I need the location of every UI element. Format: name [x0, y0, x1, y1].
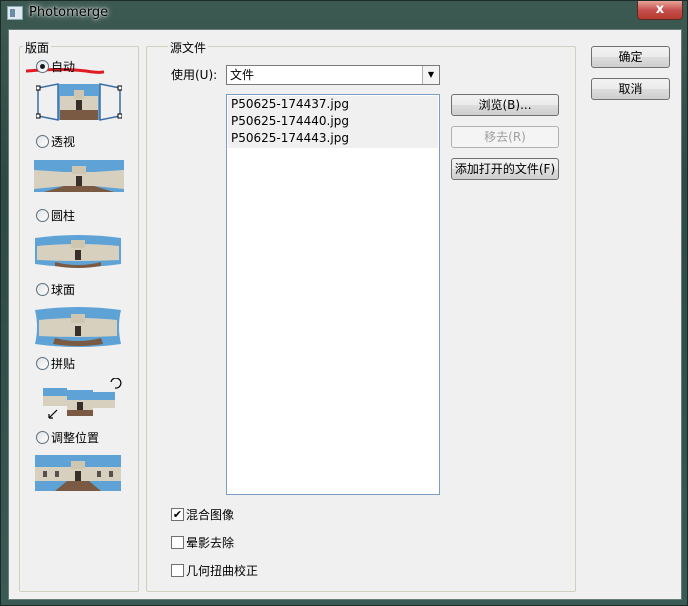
use-label: 使用(U): — [171, 68, 218, 82]
window-title: Photomerge — [29, 5, 109, 20]
close-button[interactable]: x — [637, 1, 683, 20]
checkbox-geometric-distortion-box[interactable] — [171, 563, 184, 577]
spherical-preview-icon — [35, 307, 121, 347]
thumb-perspective — [34, 156, 124, 196]
radio-cylindrical-button[interactable] — [36, 208, 49, 222]
checkbox-blend-images-label: 混合图像 — [186, 507, 235, 522]
perspective-preview-icon — [34, 160, 124, 192]
title-bar[interactable]: Photomerge x — [1, 1, 688, 29]
remove-button[interactable]: 移去(R) — [451, 126, 559, 148]
add-open-files-button[interactable]: 添加打开的文件(F) — [451, 158, 559, 180]
radio-perspective-button[interactable] — [36, 134, 49, 148]
collage-preview-icon — [43, 377, 122, 419]
file-list-item[interactable]: P50625-174437.jpg — [231, 97, 349, 111]
checkbox-blend-images[interactable]: ✔ 混合图像 — [171, 506, 234, 522]
source-files-group-label: 源文件 — [168, 39, 209, 56]
radio-spherical-label: 球面 — [51, 282, 76, 297]
cylindrical-preview-icon — [35, 235, 121, 268]
chevron-down-icon[interactable]: ▼ — [422, 66, 439, 84]
radio-auto-button[interactable] — [36, 59, 49, 73]
radio-perspective-label: 透视 — [51, 134, 76, 149]
thumb-cylindrical — [35, 232, 121, 272]
file-list-item[interactable]: P50625-174440.jpg — [231, 114, 349, 128]
radio-reposition[interactable]: 调整位置 — [36, 429, 99, 445]
checkbox-vignette-removal-box[interactable] — [171, 535, 184, 549]
radio-perspective[interactable]: 透视 — [36, 133, 75, 149]
checkbox-geometric-distortion-label: 几何扭曲校正 — [186, 563, 259, 578]
app-icon — [7, 6, 23, 20]
radio-auto-label: 自动 — [51, 59, 76, 74]
thumb-auto — [35, 82, 123, 122]
dialog-client: 版面 自动 透视 圆柱 球面 拼贴 调整位置 源文件 使用(U): 文件 ▼ P… — [8, 29, 682, 600]
use-dropdown-value: 文件 — [230, 68, 255, 82]
reposition-preview-icon — [35, 455, 121, 491]
auto-preview-icon — [35, 83, 123, 121]
radio-cylindrical-label: 圆柱 — [51, 208, 76, 223]
checkbox-vignette-removal-label: 晕影去除 — [186, 535, 235, 550]
radio-cylindrical[interactable]: 圆柱 — [36, 207, 75, 223]
thumb-reposition — [35, 455, 121, 491]
radio-reposition-button[interactable] — [36, 430, 49, 444]
thumb-spherical — [35, 306, 121, 348]
radio-spherical-button[interactable] — [36, 282, 49, 296]
file-list[interactable]: P50625-174437.jpg P50625-174440.jpg P506… — [226, 94, 440, 495]
radio-auto[interactable]: 自动 — [36, 58, 75, 74]
ok-button[interactable]: 确定 — [591, 46, 670, 68]
checkbox-vignette-removal[interactable]: 晕影去除 — [171, 534, 234, 550]
cancel-button[interactable]: 取消 — [591, 78, 670, 100]
browse-button[interactable]: 浏览(B)... — [451, 94, 559, 116]
layout-group-label: 版面 — [23, 39, 52, 56]
checkbox-geometric-distortion[interactable]: 几何扭曲校正 — [171, 562, 258, 578]
checkbox-blend-images-box[interactable]: ✔ — [171, 507, 184, 521]
radio-reposition-label: 调整位置 — [51, 430, 100, 445]
thumb-collage — [39, 377, 129, 420]
photomerge-window: Photomerge x 版面 自动 透视 圆柱 球面 拼贴 调整位置 源文件 … — [0, 0, 688, 606]
use-dropdown[interactable]: 文件 ▼ — [226, 65, 440, 85]
radio-collage[interactable]: 拼贴 — [36, 355, 75, 371]
radio-collage-button[interactable] — [36, 356, 49, 370]
radio-spherical[interactable]: 球面 — [36, 281, 75, 297]
radio-collage-label: 拼贴 — [51, 356, 76, 371]
file-list-item[interactable]: P50625-174443.jpg — [231, 131, 349, 145]
